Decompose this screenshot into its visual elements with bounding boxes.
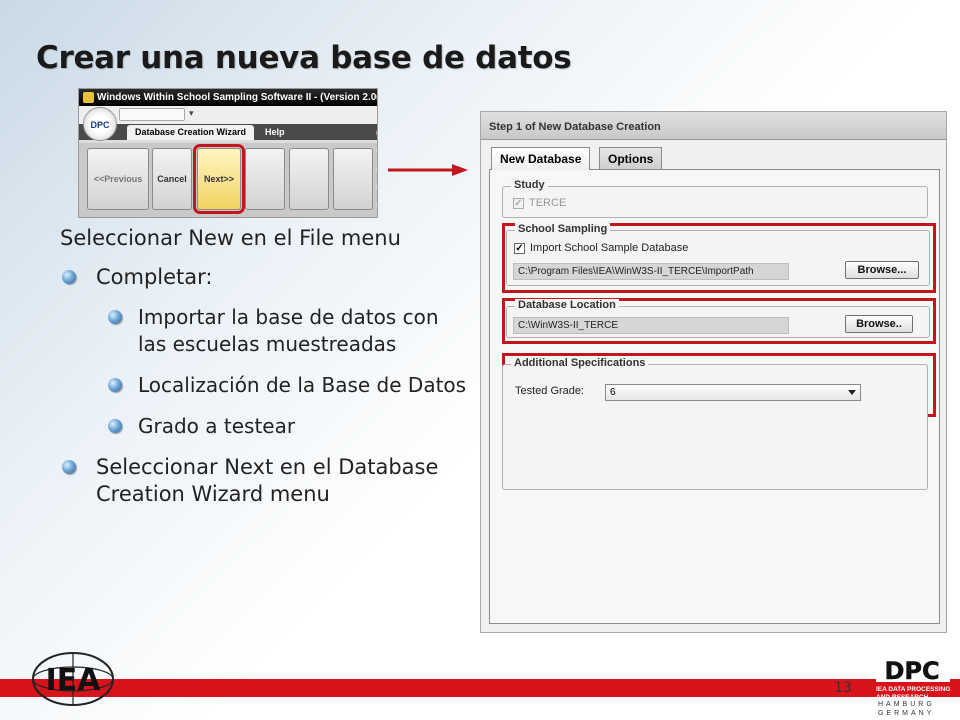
app-window-title: Windows Within School Sampling Software …	[97, 92, 378, 103]
dpc-orb-logo[interactable]: DPC	[83, 107, 117, 141]
tested-grade-select[interactable]: 6	[605, 384, 861, 401]
tested-grade-label: Tested Grade:	[515, 385, 585, 397]
page-number: 13	[834, 680, 852, 696]
quick-access-field[interactable]	[119, 108, 185, 121]
bullet-sphere-icon	[62, 460, 76, 475]
import-school-sample-checkbox[interactable]: ✓	[514, 243, 525, 254]
bullet-item: Seleccionar Next en el Database Creation…	[60, 454, 470, 507]
bullet-list: Seleccionar New en el File menu Completa…	[60, 226, 470, 521]
bullet-text: Localización de la Base de Datos	[138, 373, 467, 398]
additional-specifications-group: Additional Specifications Tested Grade: …	[502, 357, 928, 490]
bullet-text: Grado a testear	[138, 414, 296, 439]
dialog-body: Study ✓ TERCE School Sampling ✓ Import S…	[489, 169, 940, 624]
tab-new-database[interactable]: New Database	[491, 147, 591, 170]
chevron-down-icon[interactable]: ▾	[189, 108, 194, 119]
next-button[interactable]: Next>>	[193, 144, 245, 214]
ribbon-empty-button	[245, 148, 285, 210]
school-sampling-title: School Sampling	[515, 223, 611, 235]
school-sampling-group: School Sampling ✓ Import School Sample D…	[506, 223, 930, 286]
tab-options[interactable]: Options	[599, 147, 663, 169]
bullet-text: Seleccionar Next en el Database Creation…	[96, 455, 439, 506]
study-checkbox-label: TERCE	[529, 197, 567, 209]
bullet-text: Importar la base de datos con las escuel…	[138, 305, 439, 357]
study-checkbox: ✓	[513, 198, 524, 209]
additional-specifications-title: Additional Specifications	[511, 357, 649, 369]
bullet-intro: Seleccionar New en el File menu	[60, 226, 401, 250]
ribbon-buttons: <<Previous Cancel Next>>	[79, 143, 377, 217]
bullet-sphere-icon	[62, 270, 76, 284]
study-group-title: Study	[511, 179, 548, 191]
new-database-dialog: Step 1 of New Database Creation New Data…	[480, 111, 947, 633]
chevron-down-icon	[848, 390, 856, 395]
cancel-button[interactable]: Cancel	[152, 148, 192, 210]
bullet-sphere-icon	[108, 378, 122, 393]
iea-logo: IEA	[32, 652, 114, 706]
quick-access-row: ▾	[79, 106, 377, 124]
app-icon	[83, 92, 94, 103]
footer-bar	[0, 679, 960, 697]
tab-database-creation-wizard[interactable]: Database Creation Wizard	[127, 125, 254, 140]
study-group: Study ✓ TERCE	[502, 179, 928, 218]
ribbon-empty-button	[289, 148, 329, 210]
bullet-subitem: Importar la base de datos con las escuel…	[60, 304, 470, 358]
dialog-header: Step 1 of New Database Creation	[481, 112, 946, 140]
bullet-sphere-icon	[108, 419, 122, 434]
tested-grade-value: 6	[610, 387, 616, 398]
slide-title: Crear una nueva base de datos	[36, 40, 572, 76]
dpc-city-name: HAMBURG	[878, 701, 935, 708]
browse-location-button[interactable]: Browse..	[845, 315, 913, 333]
database-location-title: Database Location	[515, 299, 619, 311]
toolbar-screenshot: Windows Within School Sampling Software …	[78, 88, 378, 218]
bullet-subitem: Localización de la Base de Datos	[60, 372, 470, 399]
tab-help[interactable]: Help	[257, 125, 293, 140]
bullet-item: Completar:	[60, 264, 470, 290]
dpc-logo-text: DPC	[884, 657, 939, 685]
torn-edge-decoration	[365, 89, 377, 217]
database-location-field[interactable]: C:\WinW3S-II_TERCE	[513, 317, 789, 334]
app-titlebar: Windows Within School Sampling Software …	[79, 89, 377, 106]
bullet-sphere-icon	[108, 310, 122, 325]
dpc-city: HAMBURG GERMANY	[878, 700, 935, 718]
import-school-sample-label: Import School Sample Database	[530, 242, 689, 254]
arrow-right-icon	[388, 164, 468, 176]
dpc-country-name: GERMANY	[878, 710, 935, 717]
import-path-field[interactable]: C:\Program Files\IEA\WinW3S-II_TERCE\Imp…	[513, 263, 789, 280]
browse-import-button[interactable]: Browse...	[845, 261, 919, 279]
database-location-group: Database Location C:\WinW3S-II_TERCE Bro…	[506, 299, 930, 338]
previous-button[interactable]: <<Previous	[87, 148, 149, 210]
ribbon-tabs: Database Creation Wizard Help	[79, 124, 377, 140]
bullet-subitem: Grado a testear	[60, 413, 470, 440]
bullet-text: Completar:	[96, 265, 213, 289]
iea-logo-text: IEA	[46, 663, 102, 698]
